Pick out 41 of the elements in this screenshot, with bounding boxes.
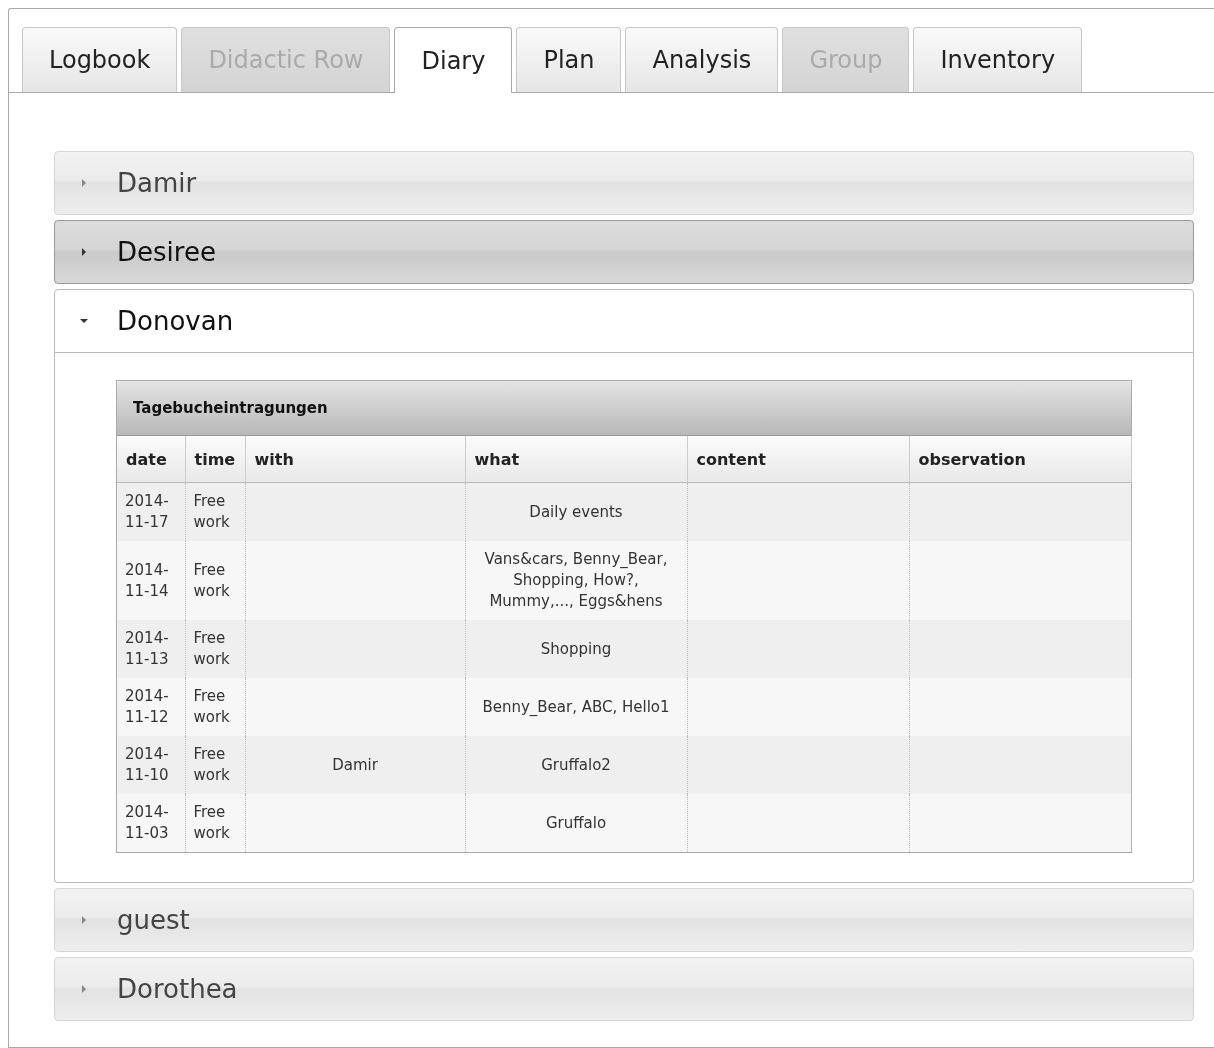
tab[interactable]: Diary bbox=[394, 27, 513, 93]
tab[interactable]: Plan bbox=[516, 27, 622, 92]
caret-down-icon bbox=[79, 316, 89, 326]
column-header: with bbox=[245, 436, 465, 483]
table-cell: Free work bbox=[185, 678, 245, 736]
accordion-header[interactable]: Donovan bbox=[54, 289, 1194, 353]
table-cell: 2014-11-17 bbox=[117, 482, 185, 541]
table-cell: Free work bbox=[185, 541, 245, 620]
column-header: what bbox=[465, 436, 687, 483]
accordion-header[interactable]: guest bbox=[54, 888, 1194, 952]
tab[interactable]: Analysis bbox=[625, 27, 779, 92]
column-header: time bbox=[185, 436, 245, 483]
table-cell: 2014-11-14 bbox=[117, 541, 185, 620]
caret-right-icon bbox=[79, 178, 89, 188]
table-cell: 2014-11-10 bbox=[117, 736, 185, 794]
column-header: date bbox=[117, 436, 185, 483]
table-cell: Vans&cars, Benny_Bear, Shopping, How?, Mummy,..., Eggs&hens bbox=[465, 541, 687, 620]
column-header: observation bbox=[909, 436, 1131, 483]
table-cell: Free work bbox=[185, 736, 245, 794]
table-cell: 2014-11-12 bbox=[117, 678, 185, 736]
table-cell: Free work bbox=[185, 482, 245, 541]
tab[interactable]: Inventory bbox=[913, 27, 1083, 92]
caret-right-icon bbox=[79, 247, 89, 257]
table-cell: 2014-11-03 bbox=[117, 794, 185, 852]
table-cell: Daily events bbox=[465, 482, 687, 541]
table-cell: Gruffalo bbox=[465, 794, 687, 852]
table-cell: Free work bbox=[185, 794, 245, 852]
table-cell: Gruffalo2 bbox=[465, 736, 687, 794]
accordion-header[interactable]: Dorothea bbox=[54, 957, 1194, 1021]
table-caption: Tagebucheintragungen bbox=[117, 381, 1131, 436]
caret-right-icon bbox=[79, 984, 89, 994]
table-cell: 2014-11-13 bbox=[117, 620, 185, 678]
column-header: content bbox=[687, 436, 909, 483]
table-cell: Benny_Bear, ABC, Hello1 bbox=[465, 678, 687, 736]
accordion-header[interactable]: Damir bbox=[54, 151, 1194, 215]
tab[interactable]: Logbook bbox=[22, 27, 178, 92]
table-cell: Free work bbox=[185, 620, 245, 678]
caret-right-icon bbox=[79, 915, 89, 925]
accordion-header[interactable]: Desiree bbox=[54, 220, 1194, 284]
table-cell: Damir bbox=[245, 736, 465, 794]
table-cell: Shopping bbox=[465, 620, 687, 678]
